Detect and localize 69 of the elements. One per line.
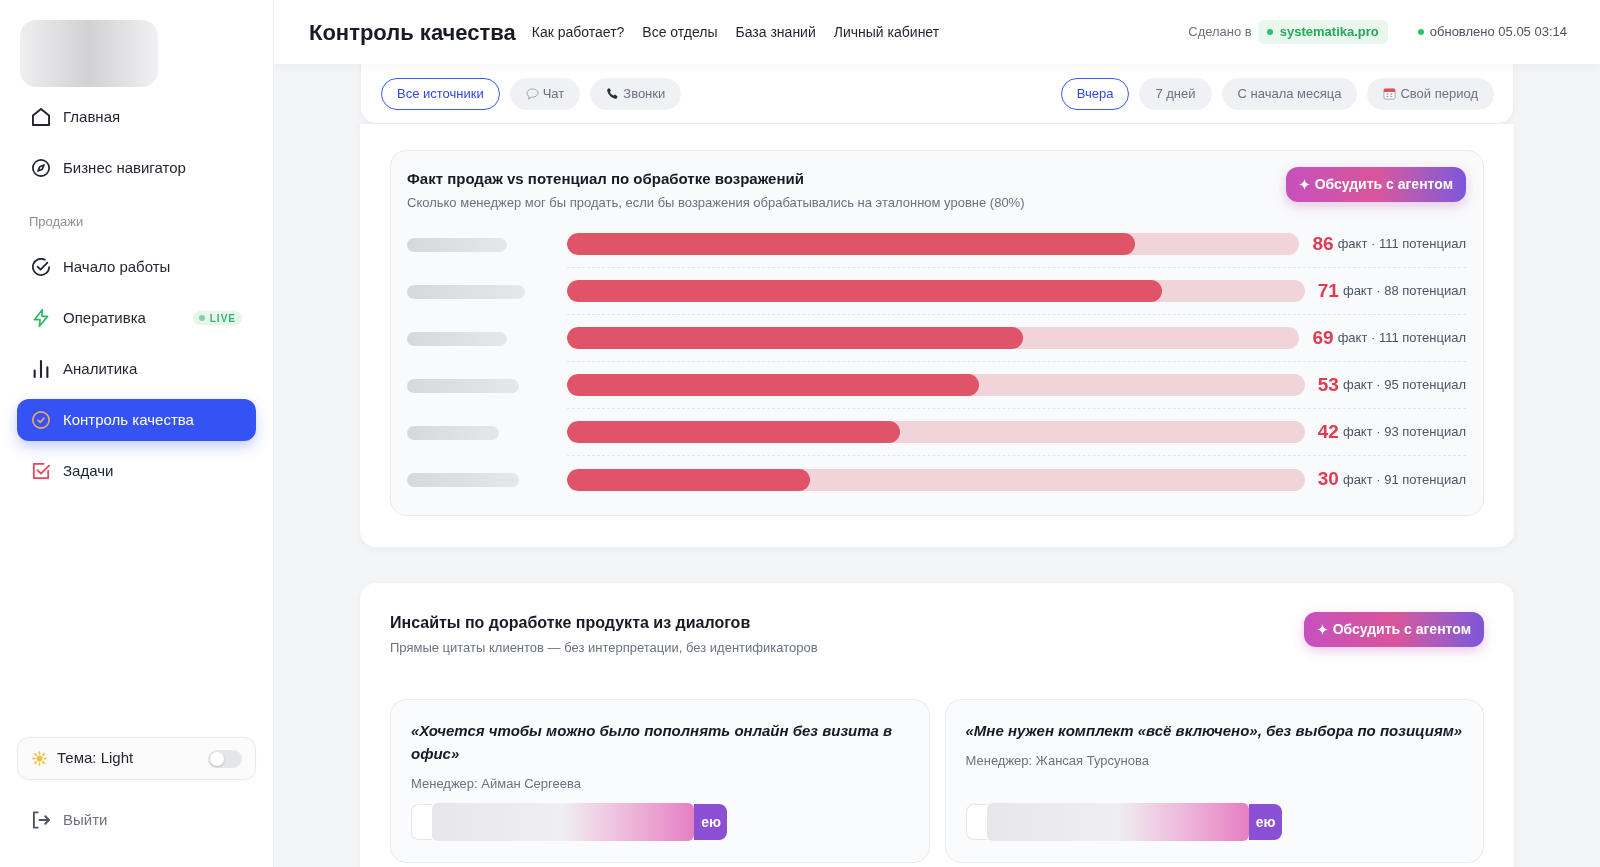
nav-item[interactable]: Аналитика: [17, 348, 256, 390]
discuss-button[interactable]: Обсудить с агентом: [1285, 167, 1466, 202]
fact-detail: факт · 88 потенциал: [1342, 282, 1466, 301]
sun-icon: [32, 751, 47, 766]
nav-item[interactable]: Оперативка LIVE: [17, 297, 256, 339]
manager-name: Менеджер: Жансая Турсунова: [965, 752, 1150, 770]
quote-text: «Мне нужен комплект «всё включено», без выбора по позициям»: [965, 721, 1463, 741]
input-field[interactable]: [411, 804, 432, 840]
source-tab[interactable]: Все источники: [381, 77, 500, 110]
nav-item[interactable]: Начало работы: [17, 246, 256, 288]
fact-value: 69: [1312, 325, 1334, 350]
updated-time: обновлено 05.05 03:14: [1429, 23, 1567, 42]
nav-item[interactable]: Контроль качества: [17, 399, 256, 441]
manager-name: Менеджер: Айман Сергеева: [411, 775, 582, 793]
speech-bubble-icon: [525, 87, 539, 100]
check-circle-icon: [32, 411, 50, 429]
toggle-switch[interactable]: [208, 749, 242, 768]
fact-value: 86: [1312, 231, 1334, 256]
fact-detail: факт · 91 потенциал: [1342, 470, 1466, 489]
compass-icon: [32, 159, 50, 177]
fact-detail: факт · 93 потенциал: [1342, 423, 1466, 442]
period-tab[interactable]: 7 дней: [1139, 77, 1212, 110]
live-badge: LIVE: [192, 311, 242, 325]
fact-value: 71: [1317, 278, 1339, 303]
action-button[interactable]: ею: [1248, 804, 1282, 840]
calendar-icon: [1383, 87, 1397, 100]
logout-icon: [32, 811, 50, 829]
source-tab[interactable]: Звонки: [590, 77, 682, 110]
sparkle-icon: [1298, 179, 1310, 190]
discuss-button[interactable]: Обсудить с агентом: [1303, 612, 1484, 647]
fact-detail: факт · 95 потенциал: [1342, 376, 1466, 395]
home-icon: [32, 108, 50, 126]
source-tab[interactable]: Чат: [509, 77, 581, 110]
nav-item[interactable]: Главная: [17, 96, 256, 138]
chart-title: Факт продаж vs потенциал по обработке возражений: [407, 169, 805, 189]
nav-item[interactable]: Задачи: [17, 450, 256, 492]
status-dot-icon: [1417, 29, 1424, 35]
status-dot-icon: [1266, 29, 1273, 35]
period-tab[interactable]: Свой период: [1367, 77, 1494, 110]
chart-subtitle: Сколько менеджер мог бы продать, если бы возражения обрабатывались на эталонном уровне (80%): [407, 194, 1025, 212]
made-in-label: Сделано в: [1188, 23, 1252, 42]
nav-link[interactable]: База знаний: [735, 21, 816, 43]
theme-label: Тема: Light: [57, 748, 134, 769]
nav-link[interactable]: Личный кабинет: [833, 21, 940, 43]
fact-value: 30: [1317, 467, 1339, 492]
fact-detail: факт · 111 потенциал: [1337, 329, 1466, 348]
status-dot-icon: [198, 315, 205, 321]
phone-icon: [606, 87, 620, 100]
bar-chart-icon: [32, 360, 50, 378]
fact-detail: факт · 111 потенциал: [1337, 235, 1466, 254]
section-subtitle: Прямые цитаты клиентов — без интерпретации, без идентификаторов: [390, 639, 818, 657]
quote-text: «Хочется чтобы можно было пополнять онлайн без визита в офис»: [411, 721, 894, 764]
fact-value: 53: [1317, 372, 1339, 397]
fact-value: 42: [1317, 419, 1339, 444]
section-label: Продажи: [28, 214, 85, 230]
action-button[interactable]: ею: [694, 804, 727, 840]
sparkle-icon: [1316, 624, 1328, 635]
nav-link[interactable]: Как работает?: [531, 21, 625, 43]
checkbox-icon: [32, 462, 50, 480]
period-tab[interactable]: С начала месяца: [1221, 77, 1358, 110]
nav-item[interactable]: Бизнес навигатор: [17, 147, 256, 189]
nav-link[interactable]: Все отделы: [642, 21, 718, 43]
page-title: Контроль качества: [309, 18, 516, 47]
check-circle-icon: [32, 258, 50, 276]
logout-link[interactable]: Выйти: [17, 799, 256, 841]
section-title: Инсайты по доработке продукта из диалогов: [390, 613, 752, 633]
lightning-icon: [32, 309, 50, 327]
period-tab[interactable]: Вчера: [1060, 77, 1130, 110]
input-field[interactable]: [965, 804, 987, 840]
